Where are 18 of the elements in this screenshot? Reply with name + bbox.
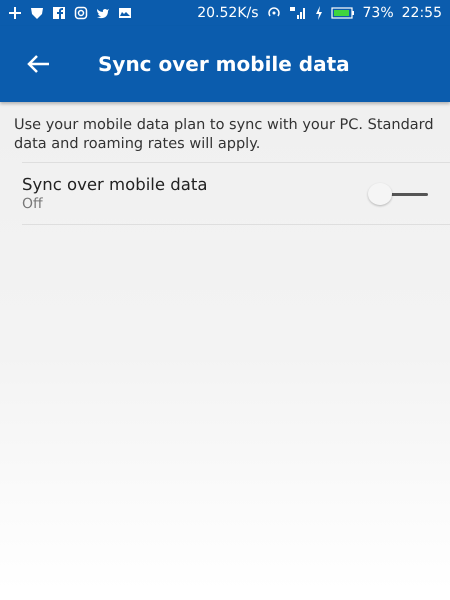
network-speed: 20.52K/s (197, 5, 259, 21)
battery-icon (330, 6, 355, 20)
camera-icon (74, 6, 88, 20)
facebook-icon (52, 6, 66, 20)
setting-label: Sync over mobile data (22, 175, 208, 194)
plus-icon (8, 6, 22, 20)
setting-value: Off (22, 196, 44, 212)
page-title: Sync over mobile data (98, 52, 350, 76)
toggle-switch[interactable] (368, 182, 428, 206)
image-icon (118, 6, 132, 20)
bird-icon (96, 6, 110, 20)
signal-icon (288, 6, 307, 20)
back-icon[interactable] (26, 54, 50, 74)
clock: 22:55 (402, 5, 442, 21)
charging-icon (314, 6, 323, 20)
description-text: Use your mobile data plan to sync with your PC. Standard data and roaming rates will apply. (14, 116, 435, 154)
shield-icon (30, 6, 44, 20)
battery-percent: 73% (362, 5, 394, 21)
